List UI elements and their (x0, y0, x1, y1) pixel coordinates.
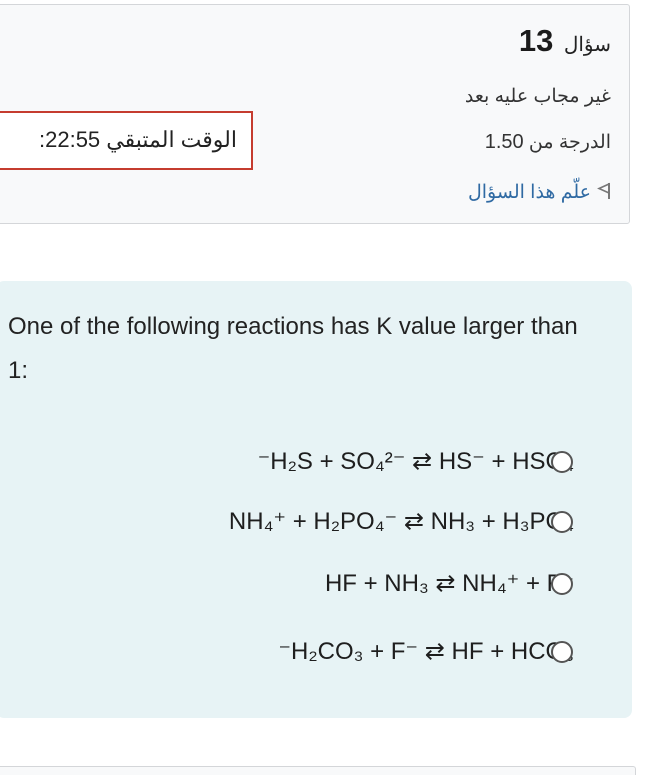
question-label: سؤال (563, 34, 611, 56)
answer-option-1[interactable]: ⁻H₂S + SO₄²⁻ ⇄ HS⁻ + HSO₄ (258, 442, 574, 482)
answer-status: غير مجاب عليه بعد (464, 86, 611, 107)
question-text: One of the following reactions has K val… (8, 313, 578, 384)
answer-option-4[interactable]: ⁻H₂CO₃ + F⁻ ⇄ HF + HCO₃ (278, 632, 574, 672)
answer-radio-1[interactable] (551, 451, 573, 473)
answer-radio-3[interactable] (551, 573, 573, 595)
answer-radio-2[interactable] (551, 511, 573, 533)
grade-value: 1.50 (484, 131, 524, 153)
flag-icon (597, 182, 610, 199)
question-content-card: One of the following reactions has K val… (0, 281, 632, 718)
grade-label: الدرجة من (528, 132, 611, 153)
time-remaining-box: الوقت المتبقي 22:55: (0, 111, 253, 170)
answer-option-3[interactable]: HF + NH₃ ⇄ NH₄⁺ + F⁻ (325, 564, 574, 604)
answer-option-2[interactable]: NH₄⁺ + H₂PO₄⁻ ⇄ NH₃ + H₃PO₄ (229, 502, 574, 542)
timer-label: الوقت المتبقي (106, 127, 237, 152)
flag-question-link[interactable]: علّم هذا السؤال (468, 181, 611, 204)
question-grade: الدرجة من 1.50 (485, 131, 611, 154)
question-number: 13 (518, 23, 554, 58)
timer-value: 22:55: (38, 127, 101, 152)
flag-question-label: علّم هذا السؤال (467, 182, 591, 203)
answer-radio-4[interactable] (551, 641, 573, 663)
question-heading: سؤال 13 (519, 23, 611, 59)
